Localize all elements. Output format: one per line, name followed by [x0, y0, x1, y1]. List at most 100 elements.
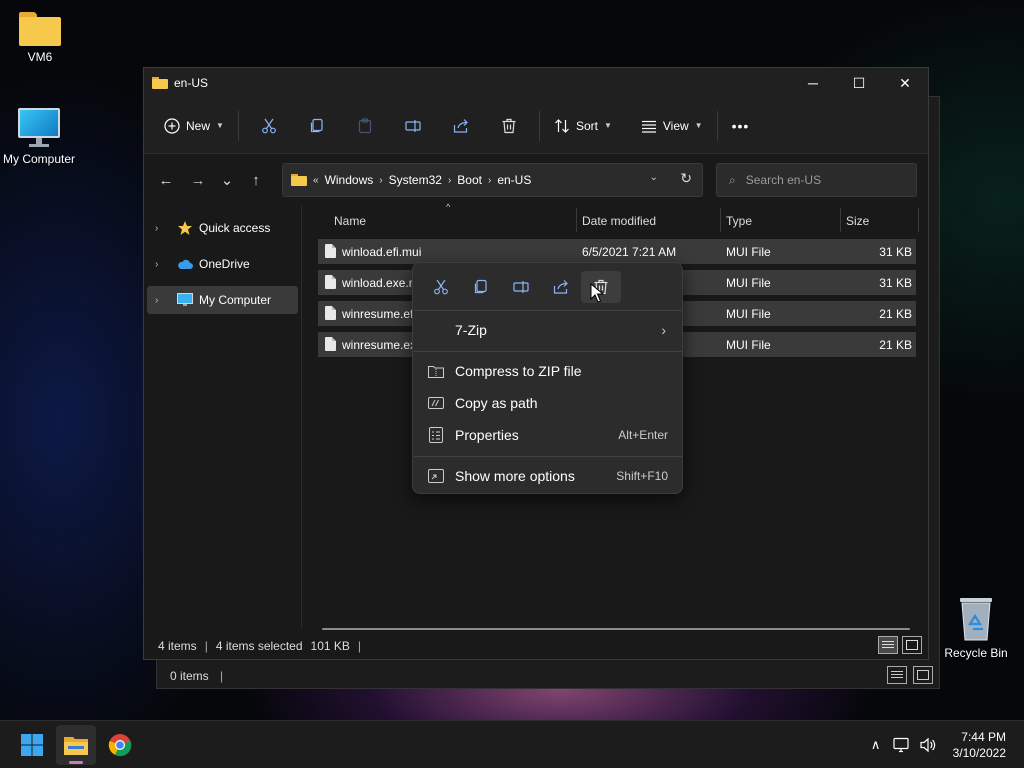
desktop-icon-recycle-bin[interactable]: Recycle Bin	[940, 596, 1012, 660]
column-header-size[interactable]: Size	[846, 214, 869, 228]
copy-path-icon	[417, 396, 455, 410]
sidebar-item-quick-access[interactable]: › Quick access	[147, 214, 298, 242]
volume-icon[interactable]	[915, 737, 941, 753]
zip-folder-icon	[417, 364, 455, 378]
search-box[interactable]: ⌕ Search en-US	[716, 163, 917, 197]
file-type: MUI File	[726, 245, 771, 259]
file-icon	[325, 244, 336, 258]
address-dropdown-icon[interactable]: ⌄	[650, 172, 658, 183]
column-divider[interactable]	[720, 208, 721, 232]
rename-button[interactable]	[389, 109, 437, 143]
file-row[interactable]: winload.efi.mui 6/5/2021 7:21 AM MUI Fil…	[318, 239, 916, 264]
toolbar-divider	[538, 110, 540, 141]
title-bar[interactable]: en-US ─ ☐ ✕	[144, 68, 928, 98]
breadcrumb-system32[interactable]: System32	[389, 173, 442, 187]
breadcrumb-overflow[interactable]: «	[313, 175, 319, 186]
sort-button[interactable]: Sort ▼	[546, 109, 620, 143]
toolbar-divider	[626, 111, 627, 141]
copy-icon	[310, 118, 323, 132]
delete-button[interactable]	[485, 109, 533, 143]
start-button[interactable]	[12, 725, 52, 765]
tiles-view-button[interactable]	[913, 666, 933, 684]
cut-button[interactable]	[245, 109, 293, 143]
desktop-icon-my-computer[interactable]: My Computer	[0, 108, 79, 166]
cut-icon	[434, 279, 448, 295]
star-icon	[177, 220, 195, 236]
forward-button[interactable]: →	[182, 164, 214, 196]
copy-icon	[474, 279, 487, 294]
column-header-date[interactable]: Date modified	[582, 214, 656, 228]
file-size: 31 KB	[879, 245, 912, 259]
refresh-button[interactable]: ↻	[680, 170, 692, 187]
search-placeholder: Search en-US	[745, 173, 822, 187]
file-date: 6/5/2021 7:21 AM	[582, 245, 677, 259]
window-title: en-US	[174, 76, 209, 90]
close-button[interactable]: ✕	[882, 68, 928, 98]
expand-chevron-icon[interactable]: ›	[155, 295, 169, 306]
menu-item-properties[interactable]: Properties Alt+Enter	[417, 419, 680, 451]
clock[interactable]: 7:44 PM 3/10/2022	[953, 729, 1006, 761]
address-bar[interactable]: « Windows › System32 › Boot › en-US ⌄ ↻	[282, 163, 703, 197]
file-size: 31 KB	[879, 276, 912, 290]
column-headers: ^ Name Date modified Type Size	[318, 202, 922, 234]
breadcrumb-separator[interactable]: ›	[448, 175, 451, 186]
command-bar: New ▼ Sort ▼ View ▼ •••	[144, 98, 928, 154]
status-separator: |	[204, 639, 208, 653]
minimize-button[interactable]: ─	[790, 68, 836, 98]
sidebar-item-onedrive[interactable]: › OneDrive	[147, 250, 298, 278]
see-more-button[interactable]: •••	[724, 109, 758, 143]
tiles-view-button[interactable]	[902, 636, 922, 654]
column-divider[interactable]	[576, 208, 577, 232]
copy-button[interactable]	[293, 109, 341, 143]
selected-count: 4 items selected	[215, 639, 303, 653]
network-icon[interactable]	[889, 737, 915, 753]
taskbar-file-explorer[interactable]	[56, 725, 96, 765]
expand-chevron-icon[interactable]: ›	[155, 259, 169, 270]
details-view-button[interactable]	[878, 636, 898, 654]
view-button[interactable]: View ▼	[633, 109, 711, 143]
share-button[interactable]	[437, 109, 485, 143]
column-divider[interactable]	[840, 208, 841, 232]
taskbar-chrome[interactable]	[100, 725, 140, 765]
desktop-icon-label: Recycle Bin	[944, 646, 1008, 660]
context-cut-button[interactable]	[421, 271, 461, 303]
rename-icon	[405, 119, 421, 132]
breadcrumb-boot[interactable]: Boot	[457, 173, 482, 187]
column-divider[interactable]	[918, 208, 919, 232]
details-view-button[interactable]	[887, 666, 907, 684]
expand-chevron-icon[interactable]: ›	[155, 223, 169, 234]
context-share-button[interactable]	[541, 271, 581, 303]
menu-item-7zip[interactable]: 7-Zip ›	[417, 314, 680, 346]
view-icon	[641, 120, 656, 133]
up-button[interactable]: ↑	[240, 164, 272, 196]
monitor-icon	[177, 293, 195, 307]
breadcrumb-en-us[interactable]: en-US	[497, 173, 531, 187]
sidebar-item-my-computer[interactable]: › My Computer	[147, 286, 298, 314]
breadcrumb-separator[interactable]: ›	[488, 175, 491, 186]
new-button[interactable]: New ▼	[156, 109, 232, 143]
column-header-type[interactable]: Type	[726, 214, 752, 228]
context-copy-button[interactable]	[461, 271, 501, 303]
desktop-icon-vm6[interactable]: VM6	[0, 12, 80, 64]
file-size: 21 KB	[879, 338, 912, 352]
menu-item-show-more-options[interactable]: Show more options Shift+F10	[417, 460, 680, 492]
show-hidden-icons-button[interactable]: ∧	[863, 737, 889, 753]
recent-locations-button[interactable]: ⌄	[214, 164, 240, 196]
navigation-pane: › Quick access › OneDrive › My Computer	[144, 206, 302, 628]
paste-button[interactable]	[341, 109, 389, 143]
horizontal-scrollbar[interactable]	[322, 628, 910, 630]
desktop-icon-label: VM6	[27, 50, 53, 64]
column-header-name[interactable]: Name	[334, 214, 366, 228]
menu-item-compress-zip[interactable]: Compress to ZIP file	[417, 355, 680, 387]
breadcrumb-windows[interactable]: Windows	[325, 173, 374, 187]
maximize-button[interactable]: ☐	[836, 68, 882, 98]
back-button[interactable]: ←	[150, 164, 182, 196]
context-rename-button[interactable]	[501, 271, 541, 303]
menu-item-copy-as-path[interactable]: Copy as path	[417, 387, 680, 419]
cloud-icon	[177, 258, 195, 270]
selected-size: 101 KB	[310, 639, 350, 653]
paste-icon	[358, 117, 372, 133]
breadcrumb-separator[interactable]: ›	[379, 175, 382, 186]
sidebar-item-label: OneDrive	[199, 257, 250, 271]
cut-icon	[262, 118, 276, 133]
